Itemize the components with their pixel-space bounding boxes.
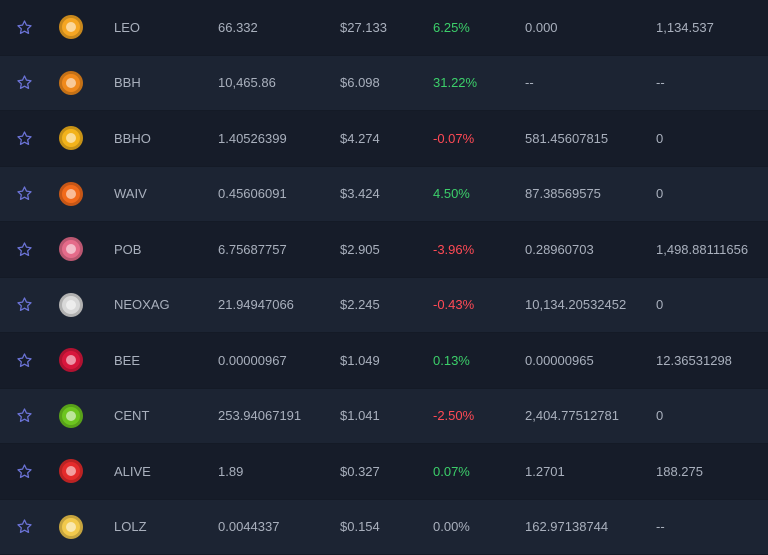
- alive-heart-token-icon: [59, 459, 83, 484]
- table-row[interactable]: BBHO 1.40526399 $4.274 -0.07% 581.456078…: [0, 111, 768, 167]
- token-volume: 0.000: [525, 19, 558, 35]
- table-row[interactable]: LOLZ 0.0044337 $0.154 0.00% 162.97138744…: [0, 499, 768, 555]
- token-price: $6.098: [340, 75, 380, 91]
- token-value: 0: [656, 130, 664, 146]
- token-price: $1.049: [340, 352, 380, 368]
- favorite-star-icon[interactable]: [16, 407, 33, 424]
- token-balance: 66.332: [218, 19, 258, 35]
- token-symbol[interactable]: LOLZ: [114, 519, 147, 534]
- token-value: 1,134.537: [656, 19, 714, 35]
- bbh-token-icon: [59, 70, 83, 95]
- token-value: 0: [656, 297, 664, 313]
- token-volume: 10,134.20532452: [525, 297, 627, 313]
- favorite-star-icon[interactable]: [16, 74, 33, 91]
- token-symbol[interactable]: WAIV: [114, 186, 147, 201]
- price-change: 0.07%: [433, 463, 470, 479]
- token-volume: 87.38569575: [525, 186, 601, 202]
- price-change: -3.96%: [433, 241, 475, 257]
- token-table: LEO 66.332 $27.133 6.25% 0.000 1,134.537…: [0, 0, 768, 555]
- token-value: --: [656, 519, 665, 535]
- price-change: 0.00%: [433, 519, 470, 535]
- token-balance: 10,465.86: [218, 75, 276, 91]
- price-change: 0.13%: [433, 352, 470, 368]
- token-value: 1,498.88111656: [656, 241, 749, 257]
- table-row[interactable]: WAIV 0.45606091 $3.424 4.50% 87.38569575…: [0, 166, 768, 222]
- token-symbol[interactable]: LEO: [114, 20, 140, 35]
- token-value: 0: [656, 408, 664, 424]
- token-balance: 0.00000967: [218, 352, 287, 368]
- token-price: $2.245: [340, 297, 380, 313]
- table-row[interactable]: ALIVE 1.89 $0.327 0.07% 1.2701 188.275: [0, 444, 768, 500]
- price-change: -0.07%: [433, 130, 475, 146]
- token-symbol[interactable]: ALIVE: [114, 464, 151, 479]
- favorite-star-icon[interactable]: [16, 241, 33, 258]
- neoxag-token-icon: [59, 292, 83, 317]
- table-row[interactable]: NEOXAG 21.94947066 $2.245 -0.43% 10,134.…: [0, 277, 768, 333]
- table-row[interactable]: POB 6.75687757 $2.905 -3.96% 0.28960703 …: [0, 222, 768, 278]
- favorite-star-icon[interactable]: [16, 352, 33, 369]
- token-price: $2.905: [340, 241, 380, 257]
- price-change: -2.50%: [433, 408, 475, 424]
- token-volume: --: [525, 75, 534, 91]
- token-symbol[interactable]: NEOXAG: [114, 297, 170, 312]
- token-price: $0.154: [340, 519, 380, 535]
- pob-brain-token-icon: [59, 237, 83, 262]
- table-row[interactable]: LEO 66.332 $27.133 6.25% 0.000 1,134.537: [0, 0, 768, 56]
- token-symbol[interactable]: POB: [114, 242, 141, 257]
- cent-token-icon: [59, 403, 83, 428]
- token-value: --: [656, 75, 665, 91]
- leo-token-icon: [59, 15, 83, 40]
- token-volume: 1.2701: [525, 463, 565, 479]
- price-change: -0.43%: [433, 297, 475, 313]
- token-volume: 2,404.77512781: [525, 408, 619, 424]
- price-change: 31.22%: [433, 75, 478, 91]
- waiv-token-icon: [59, 181, 83, 206]
- favorite-star-icon[interactable]: [16, 296, 33, 313]
- token-value: 188.275: [656, 463, 703, 479]
- token-price: $27.133: [340, 19, 387, 35]
- token-symbol[interactable]: BEE: [114, 353, 140, 368]
- token-symbol[interactable]: BBH: [114, 75, 141, 90]
- table-row[interactable]: BBH 10,465.86 $6.098 31.22% -- --: [0, 55, 768, 111]
- favorite-star-icon[interactable]: [16, 518, 33, 535]
- token-symbol[interactable]: BBHO: [114, 131, 151, 146]
- token-value: 12.36531298: [656, 352, 732, 368]
- token-price: $1.041: [340, 408, 380, 424]
- favorite-star-icon[interactable]: [16, 185, 33, 202]
- price-change: 6.25%: [433, 19, 470, 35]
- token-price: $0.327: [340, 463, 380, 479]
- token-balance: 0.45606091: [218, 186, 287, 202]
- token-balance: 0.0044337: [218, 519, 280, 535]
- bbho-token-icon: [59, 126, 83, 151]
- token-balance: 253.94067191: [218, 408, 302, 424]
- token-volume: 0.00000965: [525, 352, 594, 368]
- token-balance: 21.94947066: [218, 297, 294, 313]
- token-volume: 0.28960703: [525, 241, 594, 257]
- favorite-star-icon[interactable]: [16, 19, 33, 36]
- token-balance: 1.89: [218, 463, 244, 479]
- token-volume: 162.97138744: [525, 519, 609, 535]
- favorite-star-icon[interactable]: [16, 130, 33, 147]
- token-balance: 1.40526399: [218, 130, 287, 146]
- price-change: 4.50%: [433, 186, 470, 202]
- token-price: $4.274: [340, 130, 380, 146]
- table-row[interactable]: BEE 0.00000967 $1.049 0.13% 0.00000965 1…: [0, 333, 768, 389]
- token-balance: 6.75687757: [218, 241, 287, 257]
- lolz-token-icon: [59, 514, 83, 539]
- favorite-star-icon[interactable]: [16, 463, 33, 480]
- token-symbol[interactable]: CENT: [114, 408, 149, 423]
- bee-token-icon: [59, 348, 83, 373]
- table-row[interactable]: CENT 253.94067191 $1.041 -2.50% 2,404.77…: [0, 388, 768, 444]
- token-volume: 581.45607815: [525, 130, 609, 146]
- token-value: 0: [656, 186, 664, 202]
- token-price: $3.424: [340, 186, 380, 202]
